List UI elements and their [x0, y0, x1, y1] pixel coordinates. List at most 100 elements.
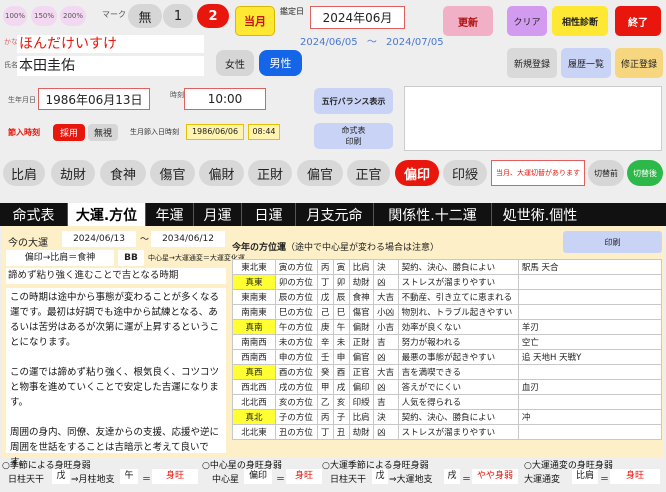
element-injyu-button[interactable]: 印綬	[443, 160, 487, 186]
name-field[interactable]: 本田圭佑	[17, 56, 204, 76]
fortune-cell: 正官	[348, 364, 375, 380]
fortune-cell: 巳の方位	[274, 304, 318, 320]
gender-male-button[interactable]: 男性	[259, 50, 302, 76]
fortune-cell: 小凶	[373, 304, 399, 320]
history-list-button[interactable]: 履歴一覧	[561, 48, 611, 78]
fortune-cell: 西北西	[232, 379, 276, 395]
element-seizai-button[interactable]: 正財	[248, 160, 292, 186]
fortune-cell	[517, 304, 663, 320]
fortune-cell: 吉	[373, 394, 399, 410]
birthtime-field[interactable]: 10:00	[184, 88, 266, 110]
fortune-cell: 癸	[316, 364, 334, 380]
fortune-cell: 真東	[232, 274, 276, 290]
new-register-button[interactable]: 新規登録	[507, 48, 557, 78]
fortune-cell: 巳	[332, 304, 350, 320]
element-gouzai-button[interactable]: 劫財	[51, 160, 95, 186]
mark-none-button[interactable]: 無	[128, 4, 162, 28]
fortune-cell: 子の方位	[274, 409, 318, 425]
daiun-tsuhen-eq: ＝	[600, 475, 610, 485]
clear-button[interactable]: クリア	[507, 6, 547, 36]
fortune-cell	[517, 274, 663, 290]
update-button[interactable]: 更新	[443, 6, 493, 36]
fortune-cell: 追 天地H 天戦Y	[517, 349, 663, 365]
fortune-cell: 大吉	[373, 289, 399, 305]
zoom-200-button[interactable]: 200%	[60, 6, 86, 26]
fortune-cell: 不動産、引き立てに恵まれる	[397, 289, 519, 305]
fortune-cell: 食神	[348, 289, 375, 305]
switch-before-button[interactable]: 切替前	[588, 160, 624, 186]
daiun-tsuhen-value: 比肩	[572, 469, 598, 484]
fortune-cell: 羊刃	[517, 319, 663, 335]
element-shokujin-button[interactable]: 食神	[100, 160, 146, 186]
tab-nenun[interactable]: 年運	[146, 203, 194, 226]
fortune-cell: 偏印	[348, 379, 375, 395]
setsu-adopt-button[interactable]: 採用	[53, 124, 85, 141]
compatibility-button[interactable]: 相性診断	[552, 6, 608, 36]
fortune-cell: 北北西	[232, 394, 276, 410]
fortune-cell: 戌	[332, 379, 350, 395]
birthdate-field[interactable]: 1986年06月13日	[38, 88, 150, 110]
fortune-cell: 亥	[332, 394, 350, 410]
tab-getsushi[interactable]: 月支元命	[296, 203, 374, 226]
fortune-row: 真東 卯の方位丁卯劫財凶ストレスが溜まりやすい	[232, 274, 663, 290]
switch-after-button[interactable]: 切替後	[627, 160, 663, 186]
current-month-button[interactable]: 当月	[235, 6, 275, 36]
fortune-cell: 丁	[316, 274, 334, 290]
element-seikan-button[interactable]: 正官	[347, 160, 390, 186]
kana-field[interactable]: ほんだけいすけ	[17, 35, 204, 53]
daiun-tsuhen-title: ○大運通変の身旺身弱	[524, 461, 613, 471]
fortune-cell: 凶	[373, 274, 399, 290]
fortune-cell: 真南	[232, 319, 276, 335]
zoom-100-button[interactable]: 100%	[3, 6, 27, 26]
fortune-cell: 丙	[316, 409, 334, 425]
fortune-cell: 血刃	[517, 379, 663, 395]
mark-1-button[interactable]: 1	[163, 4, 193, 28]
daiun-from: 2024/06/13	[62, 231, 136, 247]
fortune-row: 東南東 辰の方位戊辰食神 大吉 不動産、引き立てに恵まれる	[232, 289, 663, 305]
gender-female-button[interactable]: 女性	[216, 50, 254, 76]
season-result: 身旺	[152, 469, 198, 484]
element-hiken-button[interactable]: 比肩	[3, 160, 45, 186]
zoom-150-button[interactable]: 150%	[31, 6, 57, 26]
tab-relation[interactable]: 関係性.十二運	[374, 203, 492, 226]
setsu-ignore-button[interactable]: 無視	[88, 124, 118, 141]
element-shoukan-button[interactable]: 傷官	[150, 160, 195, 186]
daiun-season-label: 日柱天干	[330, 475, 367, 485]
birthdate-label: 生年月日	[8, 96, 36, 104]
tab-daiun[interactable]: 大運.方位	[68, 203, 146, 226]
edit-register-button[interactable]: 修正登録	[615, 48, 663, 78]
fortune-cell: 凶	[373, 349, 399, 365]
five-element-balance-button[interactable]: 五行バランス表示	[314, 88, 393, 114]
fortune-cell: 最悪の事態が起きやすい	[397, 349, 519, 365]
fortune-cell: 真西	[232, 364, 276, 380]
fortune-cell: 卯	[332, 274, 350, 290]
exit-button[interactable]: 終了	[615, 6, 661, 36]
setsu-date-field: 1986/06/06	[186, 124, 244, 140]
fortune-cell: 甲	[316, 379, 334, 395]
tab-getsuun[interactable]: 月運	[194, 203, 242, 226]
daiun-note: 中心星→大運通変＝大運変化運	[148, 254, 245, 262]
daiun-title: 諦めず粘り強く進むことで吉となる時期	[6, 268, 226, 284]
memo-area[interactable]	[404, 86, 662, 151]
fortune-cell: ストレスが溜まりやすい	[397, 424, 519, 440]
mark-2-button[interactable]: 2	[197, 4, 229, 28]
element-henzai-button[interactable]: 偏財	[199, 160, 244, 186]
appraisal-month-field[interactable]: 2024年06月	[310, 6, 405, 29]
tab-meishiki[interactable]: 命式表	[0, 203, 68, 226]
print-chart-button[interactable]: 命式表 印刷	[314, 123, 393, 149]
fortune-cell: 空亡	[517, 334, 663, 350]
print-button[interactable]: 印刷	[563, 231, 662, 253]
daiun-season-day-value: 戊	[372, 469, 388, 484]
fortune-cell: 丑	[332, 424, 350, 440]
center-star-label: 中心星	[212, 475, 240, 485]
fortune-table: 東北東 寅の方位丙寅比肩決契約、決心、勝負によい 駅馬 天合 真東 卯の方位丁卯劫財凶ス…	[232, 259, 663, 440]
fortune-cell: 卯の方位	[274, 274, 318, 290]
element-henin-button[interactable]: 偏印	[395, 160, 439, 186]
tab-shoseijutsu[interactable]: 処世術.個性	[492, 203, 588, 226]
fortune-cell: 決	[373, 259, 399, 275]
element-henkan-button[interactable]: 偏官	[297, 160, 343, 186]
daiun-tilde: ～	[140, 235, 150, 245]
daiun-to: 2034/06/12	[151, 231, 225, 247]
tab-nichiun[interactable]: 日運	[242, 203, 296, 226]
season-strength-title: ○季節による身旺身弱	[2, 461, 91, 471]
